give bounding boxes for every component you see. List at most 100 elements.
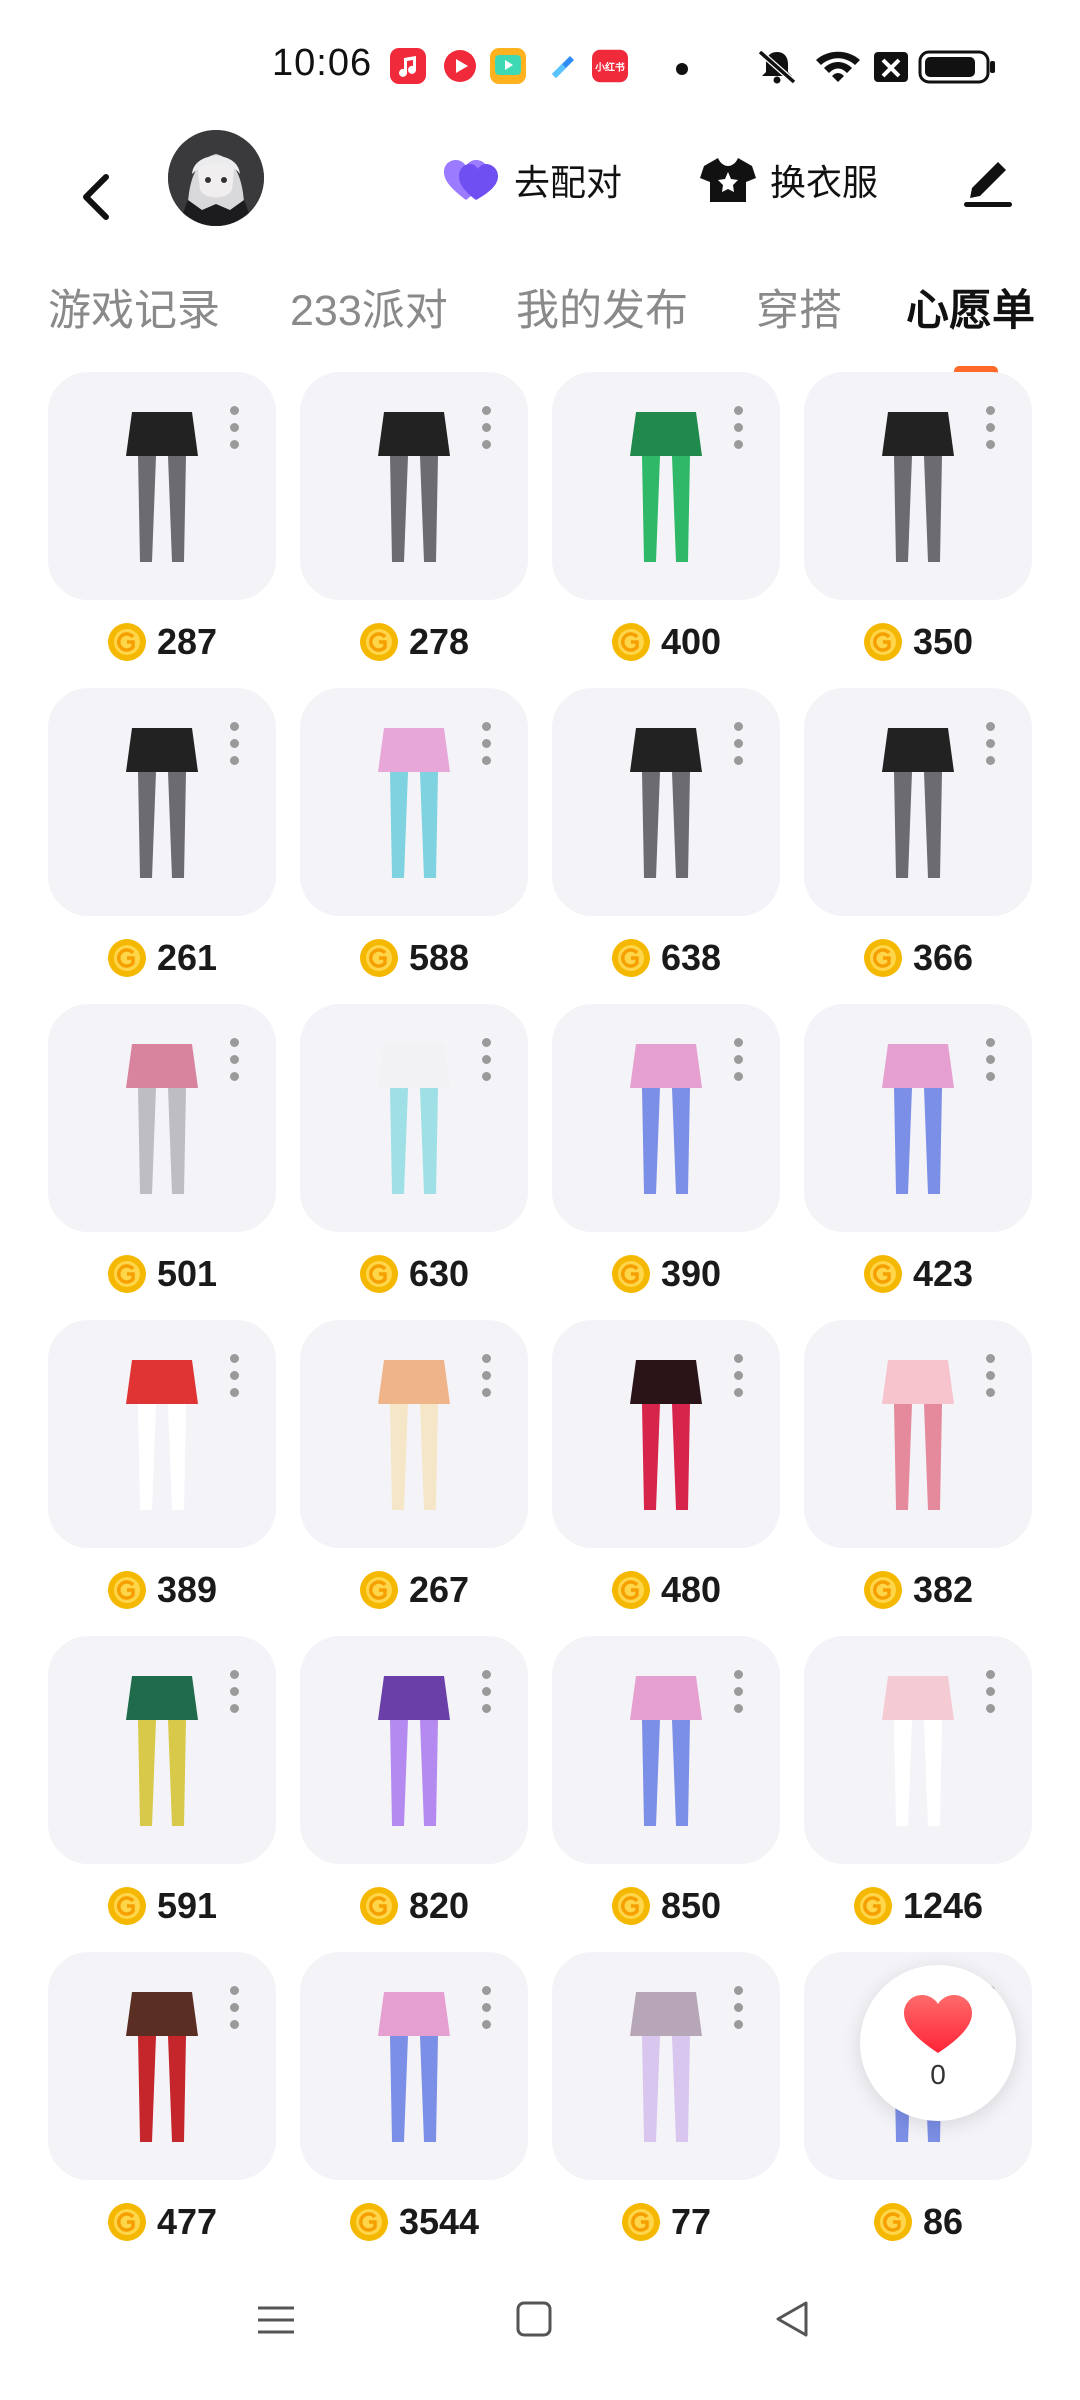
item-more-button[interactable] — [480, 406, 492, 450]
item-price-value: 390 — [660, 1253, 722, 1294]
pair-button[interactable]: 去配对 — [444, 150, 622, 210]
item-thumbnail[interactable] — [552, 1636, 780, 1864]
status-time: 10:06 — [272, 42, 373, 84]
item-thumbnail[interactable] — [48, 372, 276, 600]
item-more-button[interactable] — [228, 1038, 240, 1082]
item-price: 820 — [300, 1876, 528, 1936]
item-more-button[interactable] — [480, 722, 492, 766]
item-more-button[interactable] — [732, 406, 744, 450]
item-price-value: 638 — [660, 937, 722, 978]
item-thumbnail[interactable] — [552, 372, 780, 600]
item-more-button[interactable] — [228, 722, 240, 766]
item-price-value: 86 — [922, 2201, 964, 2242]
back-button[interactable] — [70, 152, 122, 242]
coin-icon — [107, 2203, 146, 2241]
item-thumbnail[interactable] — [48, 688, 276, 916]
double-heart-icon — [444, 160, 498, 200]
item-thumbnail[interactable] — [804, 372, 1032, 600]
item-thumbnail[interactable] — [804, 1320, 1032, 1548]
item-thumbnail[interactable] — [300, 1004, 528, 1232]
item-thumbnail[interactable] — [300, 372, 528, 600]
item-price: 287 — [48, 612, 276, 672]
item-price-value: 588 — [408, 937, 470, 978]
item-price: 591 — [48, 1876, 276, 1936]
item-more-button[interactable] — [732, 1986, 744, 2030]
item-thumbnail[interactable] — [48, 1004, 276, 1232]
item-more-button[interactable] — [480, 1038, 492, 1082]
profile-header: 去配对 换衣服 — [0, 130, 1080, 280]
item-more-button[interactable] — [984, 1354, 996, 1398]
edit-profile-button[interactable] — [958, 148, 1018, 208]
item-price: 400 — [552, 612, 780, 672]
item-thumbnail[interactable] — [48, 1952, 276, 2180]
item-price-value: 477 — [156, 2201, 218, 2242]
gothic-dress-icon — [630, 1360, 702, 1510]
item-thumbnail[interactable] — [552, 1320, 780, 1548]
item-thumbnail[interactable] — [804, 688, 1032, 916]
skirt-stockings-icon — [378, 412, 450, 562]
tab-233-party[interactable]: 233派对 — [290, 276, 448, 338]
item-more-button[interactable] — [228, 406, 240, 450]
item-thumbnail[interactable] — [552, 688, 780, 916]
menu-button[interactable] — [246, 2290, 306, 2350]
outfit-icon — [630, 1676, 702, 1826]
coin-icon — [359, 1887, 398, 1925]
item-thumbnail[interactable] — [300, 1320, 528, 1548]
tab-my-posts[interactable]: 我的发布 — [516, 276, 688, 338]
item-thumbnail[interactable] — [48, 1320, 276, 1548]
xiaohongshu-app-icon: 小红书 — [592, 48, 632, 84]
item-more-button[interactable] — [228, 1986, 240, 2030]
item-more-button[interactable] — [732, 1354, 744, 1398]
home-button[interactable] — [504, 2290, 564, 2350]
system-navbar — [0, 2290, 1080, 2400]
item-more-button[interactable] — [984, 1038, 996, 1082]
avatar[interactable] — [168, 130, 264, 226]
item-thumbnail[interactable] — [300, 688, 528, 916]
item-more-button[interactable] — [480, 1986, 492, 2030]
video-app-icon — [442, 48, 478, 84]
item-thumbnail[interactable] — [804, 1004, 1032, 1232]
outfit-icon — [378, 1992, 450, 2142]
pink-dress-icon — [882, 1360, 954, 1510]
tab-game-records[interactable]: 游戏记录 — [48, 276, 220, 338]
item-more-button[interactable] — [732, 1670, 744, 1714]
item-more-button[interactable] — [228, 1354, 240, 1398]
tab-outfits[interactable]: 穿搭 — [756, 276, 842, 338]
green-dress-icon — [630, 412, 702, 562]
change-outfit-button[interactable]: 换衣服 — [700, 150, 878, 210]
item-thumbnail[interactable] — [552, 1004, 780, 1232]
ribbon-accessory-icon — [126, 1676, 198, 1826]
item-more-button[interactable] — [984, 406, 996, 450]
like-button[interactable]: 0 — [860, 1965, 1016, 2121]
coin-icon — [611, 939, 650, 977]
coin-icon — [349, 2203, 388, 2241]
hoodie-icon — [882, 1676, 954, 1826]
item-more-button[interactable] — [480, 1670, 492, 1714]
pen-icon — [964, 162, 1012, 207]
coin-icon — [621, 2203, 660, 2241]
item-more-button[interactable] — [228, 1670, 240, 1714]
item-thumbnail[interactable] — [300, 1636, 528, 1864]
item-thumbnail[interactable] — [48, 1636, 276, 1864]
coin-icon — [863, 939, 902, 977]
purple-outfit-icon — [378, 1676, 450, 1826]
item-more-button[interactable] — [480, 1354, 492, 1398]
item-thumbnail[interactable] — [300, 1952, 528, 2180]
chevron-left-icon — [83, 174, 109, 220]
boots-icon — [378, 728, 450, 878]
item-price-value: 261 — [156, 937, 218, 978]
maid-dress-icon — [126, 1360, 198, 1510]
change-outfit-label: 换衣服 — [770, 162, 879, 203]
item-more-button[interactable] — [732, 1038, 744, 1082]
item-more-button[interactable] — [984, 1670, 996, 1714]
item-more-button[interactable] — [732, 722, 744, 766]
item-price-value: 350 — [912, 621, 974, 662]
coin-icon — [873, 2203, 912, 2241]
system-back-button[interactable] — [762, 2290, 822, 2350]
tshirt-icon — [700, 158, 756, 202]
item-more-button[interactable] — [984, 722, 996, 766]
item-thumbnail[interactable] — [804, 1636, 1032, 1864]
tab-wishlist[interactable]: 心愿单 — [906, 276, 1035, 338]
coin-icon — [611, 1571, 650, 1609]
item-thumbnail[interactable] — [552, 1952, 780, 2180]
